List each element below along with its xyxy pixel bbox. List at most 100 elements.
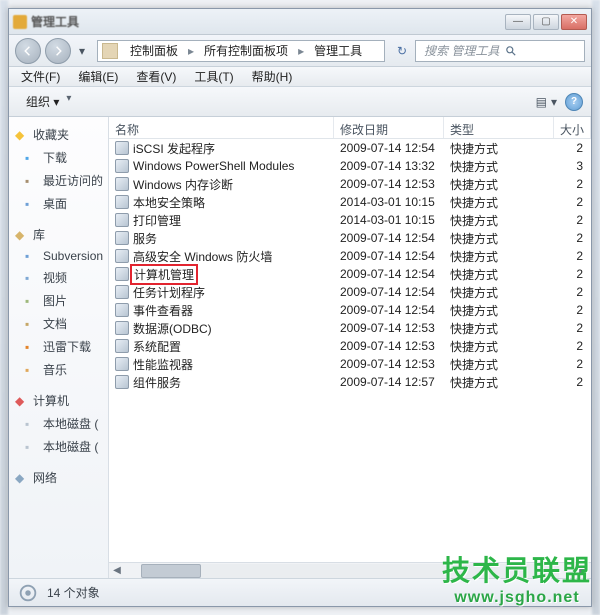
search-placeholder: 搜索 管理工具 <box>424 42 499 59</box>
menu-item[interactable]: 文件(F) <box>13 66 68 87</box>
col-size[interactable]: 大小 <box>554 117 591 138</box>
file-name: 组件服务 <box>133 374 181 391</box>
crumb-seg[interactable]: 控制面板 <box>122 42 186 59</box>
file-type: 快捷方式 <box>450 374 560 391</box>
sidebar-network[interactable]: ◆网络 <box>13 466 104 489</box>
search-input[interactable]: 搜索 管理工具 <box>415 40 585 62</box>
file-row[interactable]: 服务 2009-07-14 12:54 快捷方式 2 <box>109 229 591 247</box>
menu-item[interactable]: 查看(V) <box>128 66 184 87</box>
file-type: 快捷方式 <box>450 284 560 301</box>
file-type: 快捷方式 <box>450 140 560 157</box>
refresh-button[interactable]: ↻ <box>393 42 411 60</box>
file-type: 快捷方式 <box>450 356 560 373</box>
window-title: 管理工具 <box>31 13 79 30</box>
file-name: 数据源(ODBC) <box>133 320 212 337</box>
file-row[interactable]: 任务计划程序 2009-07-14 12:54 快捷方式 2 <box>109 283 591 301</box>
file-type: 快捷方式 <box>450 248 560 265</box>
ic-disk-icon: ▪ <box>25 440 39 454</box>
file-row[interactable]: iSCSI 发起程序 2009-07-14 12:54 快捷方式 2 <box>109 139 591 157</box>
file-date: 2014-03-01 10:15 <box>340 213 450 227</box>
view-mode-button[interactable]: ▤ ▾ <box>536 95 557 109</box>
ic-svn-icon: ▪ <box>25 249 39 263</box>
sidebar-item[interactable]: ▪音乐 <box>13 358 104 381</box>
file-type: 快捷方式 <box>450 212 560 229</box>
status-bar: 14 个对象 <box>9 578 591 606</box>
scroll-right-arrow[interactable]: ▶ <box>575 565 591 576</box>
file-row[interactable]: 计算机管理 2009-07-14 12:54 快捷方式 2 <box>109 265 591 283</box>
file-date: 2009-07-14 12:57 <box>340 375 450 389</box>
file-row[interactable]: 系统配置 2009-07-14 12:53 快捷方式 2 <box>109 337 591 355</box>
file-name: iSCSI 发起程序 <box>133 140 215 157</box>
sidebar-item[interactable]: ▪本地磁盘 ( <box>13 412 104 435</box>
file-row[interactable]: Windows 内存诊断 2009-07-14 12:53 快捷方式 2 <box>109 175 591 193</box>
file-name: 本地安全策略 <box>133 194 205 211</box>
breadcrumb[interactable]: 控制面板 ▸ 所有控制面板项 ▸ 管理工具 <box>97 40 385 62</box>
shortcut-icon <box>115 159 129 173</box>
chevron-down-icon: ▾ <box>551 95 557 109</box>
file-date: 2009-07-14 12:54 <box>340 141 450 155</box>
menu-bar: 文件(F)编辑(E)查看(V)工具(T)帮助(H) <box>9 67 591 87</box>
file-row[interactable]: 数据源(ODBC) 2009-07-14 12:53 快捷方式 2 <box>109 319 591 337</box>
sidebar-item[interactable]: ▪最近访问的 <box>13 169 104 192</box>
crumb-seg[interactable]: 所有控制面板项 <box>196 42 296 59</box>
file-name: 打印管理 <box>133 212 181 229</box>
sidebar-item[interactable]: ▪Subversion <box>13 246 104 266</box>
scroll-thumb[interactable] <box>141 564 201 578</box>
back-button[interactable] <box>15 38 41 64</box>
col-type[interactable]: 类型 <box>444 117 554 138</box>
file-name: 系统配置 <box>133 338 181 355</box>
sidebar-item[interactable]: ▪视频 <box>13 266 104 289</box>
file-row[interactable]: Windows PowerShell Modules 2009-07-14 13… <box>109 157 591 175</box>
maximize-button[interactable]: ▢ <box>533 14 559 30</box>
sidebar-item[interactable]: ▪本地磁盘 ( <box>13 435 104 458</box>
menu-item[interactable]: 帮助(H) <box>244 66 301 87</box>
file-type: 快捷方式 <box>450 230 560 247</box>
file-row[interactable]: 本地安全策略 2014-03-01 10:15 快捷方式 2 <box>109 193 591 211</box>
status-count: 14 个对象 <box>47 584 100 601</box>
forward-button[interactable] <box>45 38 71 64</box>
sidebar-item[interactable]: ▪迅雷下载 <box>13 335 104 358</box>
file-size: 2 <box>560 375 591 389</box>
file-row[interactable]: 组件服务 2009-07-14 12:57 快捷方式 2 <box>109 373 591 391</box>
menu-item[interactable]: 工具(T) <box>186 66 241 87</box>
file-size: 2 <box>560 141 591 155</box>
file-size: 2 <box>560 177 591 191</box>
file-size: 2 <box>560 213 591 227</box>
ic-xl-icon: ▪ <box>25 340 39 354</box>
scroll-left-arrow[interactable]: ◀ <box>109 565 125 576</box>
sidebar-item[interactable]: ▪图片 <box>13 289 104 312</box>
file-row[interactable]: 高级安全 Windows 防火墙 2009-07-14 12:54 快捷方式 2 <box>109 247 591 265</box>
file-row[interactable]: 事件查看器 2009-07-14 12:54 快捷方式 2 <box>109 301 591 319</box>
ic-clock-icon: ▪ <box>25 174 39 188</box>
col-name[interactable]: 名称 <box>109 117 334 138</box>
nav-history-dropdown[interactable]: ▾ <box>75 41 89 61</box>
file-type: 快捷方式 <box>450 302 560 319</box>
sidebar-item[interactable]: ▪文档 <box>13 312 104 335</box>
shortcut-icon <box>115 357 129 371</box>
sidebar-libraries[interactable]: ◆库 <box>13 223 104 246</box>
minimize-button[interactable]: — <box>505 14 531 30</box>
shortcut-icon <box>115 321 129 335</box>
close-button[interactable]: ✕ <box>561 14 587 30</box>
sidebar-item[interactable]: ▪下载 <box>13 146 104 169</box>
file-date: 2009-07-14 12:54 <box>340 267 450 281</box>
file-date: 2009-07-14 12:54 <box>340 231 450 245</box>
file-row[interactable]: 性能监视器 2009-07-14 12:53 快捷方式 2 <box>109 355 591 373</box>
ic-music-icon: ▪ <box>25 363 39 377</box>
sidebar-computer[interactable]: ◆计算机 <box>13 389 104 412</box>
menu-item[interactable]: 编辑(E) <box>70 66 126 87</box>
file-date: 2009-07-14 12:53 <box>340 339 450 353</box>
sidebar-item[interactable]: ▪桌面 <box>13 192 104 215</box>
explorer-window: 管理工具 — ▢ ✕ ▾ 控制面板 ▸ 所有控制面板项 ▸ 管理工具 ↻ 搜索 … <box>8 8 592 607</box>
crumb-seg[interactable]: 管理工具 <box>306 42 370 59</box>
file-date: 2009-07-14 12:53 <box>340 357 450 371</box>
horizontal-scrollbar[interactable]: ◀ ▶ <box>109 562 591 578</box>
organize-button[interactable]: 组织 ▾ <box>17 90 76 113</box>
file-date: 2014-03-01 10:15 <box>340 195 450 209</box>
file-date: 2009-07-14 12:53 <box>340 321 450 335</box>
file-row[interactable]: 打印管理 2014-03-01 10:15 快捷方式 2 <box>109 211 591 229</box>
help-button[interactable]: ? <box>565 93 583 111</box>
sidebar-favorites[interactable]: ◆收藏夹 <box>13 123 104 146</box>
file-size: 2 <box>560 303 591 317</box>
col-date[interactable]: 修改日期 <box>334 117 444 138</box>
